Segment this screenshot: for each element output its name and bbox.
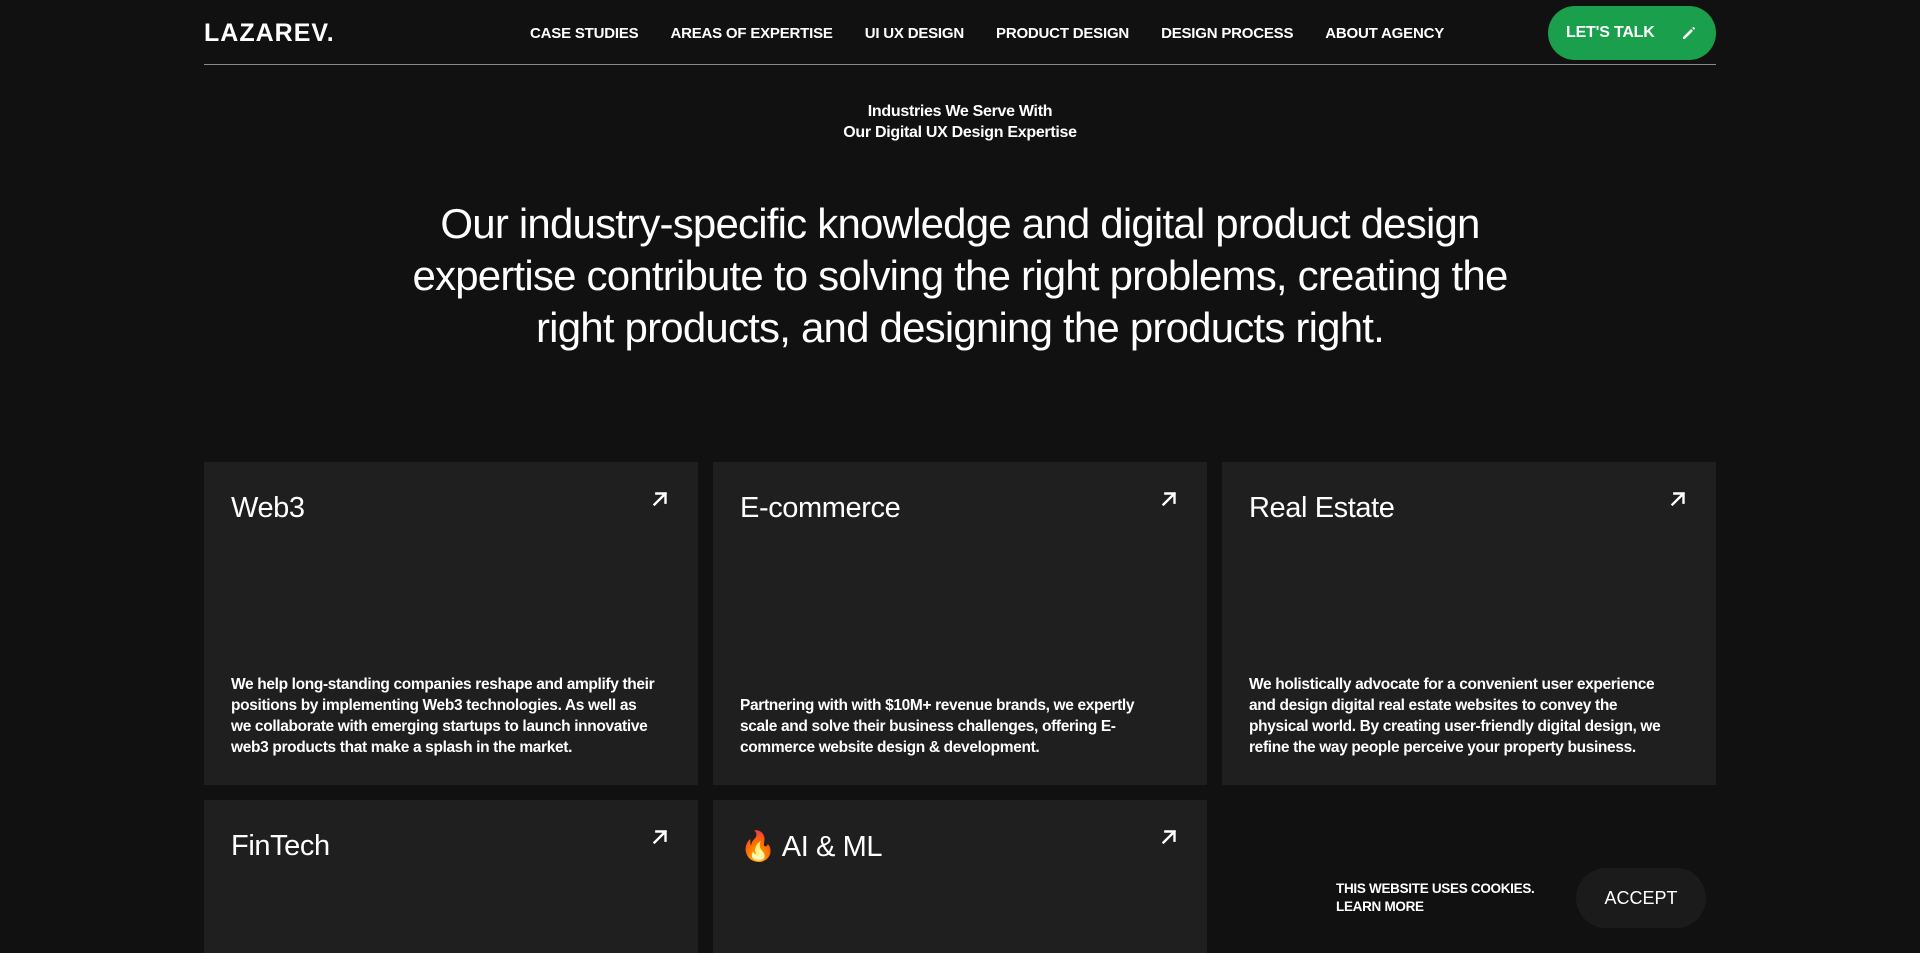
lets-talk-label: LET'S TALK	[1566, 24, 1655, 41]
nav-about-agency[interactable]: ABOUT AGENCY	[1325, 25, 1444, 42]
pencil-icon	[1683, 27, 1695, 39]
lets-talk-button[interactable]: LET'S TALK	[1548, 6, 1716, 60]
accept-cookies-button[interactable]: ACCEPT	[1576, 868, 1706, 928]
card-title: FinTech	[231, 830, 330, 862]
main-nav: CASE STUDIES AREAS OF EXPERTISE UI UX DE…	[530, 25, 1444, 42]
industry-card-web3[interactable]: Web3 We help long-standing companies res…	[204, 462, 698, 785]
nav-areas-of-expertise[interactable]: AREAS OF EXPERTISE	[670, 25, 832, 42]
arrow-up-right-icon	[1161, 491, 1177, 507]
eyebrow-line-2: Our Digital UX Design Expertise	[843, 124, 1077, 141]
card-description: Partnering with with $10M+ revenue brand…	[740, 697, 1135, 756]
eyebrow-line-1: Industries We Serve With	[867, 103, 1053, 120]
card-title: Web3	[231, 492, 305, 524]
arrow-up-right-icon	[1161, 829, 1177, 845]
site-header: LAZAREV. CASE STUDIES AREAS OF EXPERTISE…	[204, 0, 1716, 65]
logo[interactable]: LAZAREV.	[204, 19, 335, 48]
cookie-text: THIS WEBSITE USES COOKIES.	[1336, 881, 1535, 896]
card-title: Real Estate	[1249, 492, 1395, 524]
industry-card-fintech[interactable]: FinTech	[204, 800, 698, 953]
section-eyebrow: Industries We Serve With Our Digital UX …	[0, 101, 1920, 143]
arrow-up-right-icon	[652, 829, 668, 845]
nav-design-process[interactable]: DESIGN PROCESS	[1161, 25, 1293, 42]
cookie-banner: THIS WEBSITE USES COOKIES. LEARN MORE	[1336, 880, 1535, 916]
nav-product-design[interactable]: PRODUCT DESIGN	[996, 25, 1129, 42]
industry-card-real-estate[interactable]: Real Estate We holistically advocate for…	[1222, 462, 1716, 785]
nav-ui-ux-design[interactable]: UI UX DESIGN	[865, 25, 964, 42]
arrow-up-right-icon	[1670, 491, 1686, 507]
card-description: We holistically advocate for a convenien…	[1249, 676, 1661, 756]
industry-card-ai-ml[interactable]: 🔥 AI & ML	[713, 800, 1207, 953]
card-title: 🔥 AI & ML	[740, 831, 883, 863]
card-title: E-commerce	[740, 492, 901, 524]
nav-case-studies[interactable]: CASE STUDIES	[530, 25, 639, 42]
arrow-up-right-icon	[652, 491, 668, 507]
section-lead: Our industry-specific knowledge and digi…	[412, 200, 1508, 351]
learn-more-link[interactable]: LEARN MORE	[1336, 898, 1534, 916]
card-description: We help long-standing companies reshape …	[231, 676, 655, 756]
industry-card-ecommerce[interactable]: E-commerce Partnering with with $10M+ re…	[713, 462, 1207, 785]
